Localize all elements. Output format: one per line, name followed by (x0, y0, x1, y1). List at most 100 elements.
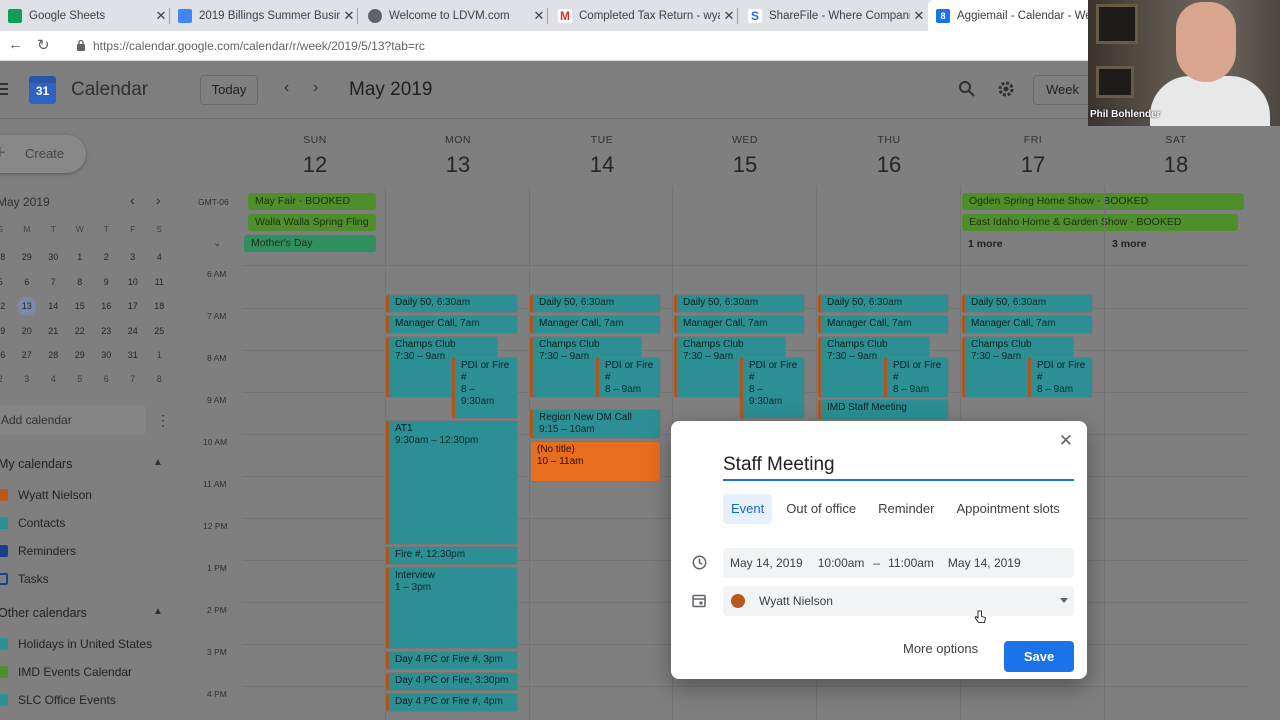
mini-day[interactable]: 16 (93, 294, 120, 318)
mini-day[interactable]: 5 (0, 270, 14, 294)
event-chip[interactable]: Day 4 PC or Fire, 3:30pm (386, 672, 518, 691)
event-chip[interactable]: Region New DM Call 9:15 – 10am (530, 409, 661, 439)
allday-event[interactable]: May Fair - BOOKED (248, 193, 376, 210)
reload-icon[interactable]: ↻ (37, 36, 50, 54)
tab-appointment-slots[interactable]: Appointment slots (948, 494, 1067, 524)
mini-day[interactable]: 17 (120, 294, 147, 318)
close-tab-icon[interactable]: ✕ (910, 8, 928, 24)
mini-day[interactable]: 18 (146, 294, 173, 318)
my-calendars-heading[interactable]: My calendars (0, 457, 72, 471)
mini-day[interactable]: 10 (120, 270, 147, 294)
more-events-link[interactable]: 3 more (1112, 238, 1146, 250)
event-chip[interactable]: Daily 50, 6:30am (530, 294, 661, 313)
checkbox-icon[interactable] (0, 573, 8, 585)
more-options-button[interactable]: More options (903, 641, 978, 656)
event-chip[interactable]: Manager Call, 7am (962, 315, 1093, 334)
mini-day-today[interactable]: 13 (14, 294, 41, 318)
add-calendar-field[interactable]: Add calendar (0, 405, 146, 435)
checkbox-icon[interactable] (0, 489, 8, 501)
allday-event[interactable]: East Idaho Home & Garden Show - BOOKED (962, 214, 1238, 231)
mini-day[interactable]: 23 (93, 319, 120, 343)
collapse-icon[interactable]: ▲ (153, 606, 163, 617)
mini-day[interactable]: 28 (0, 245, 14, 269)
event-chip[interactable]: Manager Call, 7am (386, 315, 518, 334)
collapse-icon[interactable]: ▲ (153, 457, 163, 468)
mini-day[interactable]: 26 (0, 343, 14, 367)
close-tab-icon[interactable]: ✕ (152, 8, 170, 24)
event-chip[interactable]: PDI or Fire #8 – 9am (1028, 357, 1093, 398)
checkbox-icon[interactable] (0, 545, 8, 557)
mini-day[interactable]: 25 (146, 319, 173, 343)
mini-day[interactable]: 19 (0, 319, 14, 343)
event-chip[interactable]: Daily 50, 6:30am (962, 294, 1093, 313)
mini-day[interactable]: 6 (93, 367, 120, 391)
mini-day[interactable]: 7 (120, 367, 147, 391)
main-menu-icon[interactable] (0, 83, 8, 98)
start-time[interactable]: 10:00am (818, 556, 865, 570)
day-header-thu[interactable]: THU 16 (844, 134, 934, 178)
settings-gear-icon[interactable] (997, 80, 1015, 98)
calendar-item-holidays[interactable]: Holidays in United States (0, 637, 152, 651)
mini-day[interactable]: 28 (40, 343, 67, 367)
event-chip-new[interactable]: (No title) 10 – 11am (530, 441, 661, 482)
event-chip[interactable]: Day 4 PC or Fire #, 3pm (386, 651, 518, 670)
event-chip[interactable]: Day 4 PC or Fire #, 4pm (386, 693, 518, 712)
checkbox-icon[interactable] (0, 694, 8, 706)
mini-day[interactable]: 4 (146, 245, 173, 269)
event-chip[interactable]: Manager Call, 7am (530, 315, 661, 334)
browser-tab-gmail[interactable]: M Completed Tax Return - wyat ✕ (550, 0, 738, 31)
calendar-item-imd-events[interactable]: IMD Events Calendar (0, 665, 132, 679)
event-chip[interactable]: Daily 50, 6:30am (674, 294, 805, 313)
mini-day[interactable]: 6 (14, 270, 41, 294)
checkbox-icon[interactable] (0, 666, 8, 678)
mini-next-month-icon[interactable]: › (156, 192, 161, 208)
mini-day[interactable]: 3 (14, 367, 41, 391)
calendar-item-tasks[interactable]: Tasks (0, 572, 49, 586)
calendar-select[interactable]: Wyatt Nielson (723, 586, 1074, 616)
event-chip[interactable]: PDI or Fire #8 – 9:30am (740, 357, 805, 419)
event-chip[interactable]: Manager Call, 7am (674, 315, 805, 334)
event-chip[interactable]: PDI or Fire #8 – 9am (884, 357, 949, 398)
event-title-input[interactable] (723, 451, 1074, 481)
event-chip[interactable]: Daily 50, 6:30am (818, 294, 949, 313)
mini-day[interactable]: 7 (40, 270, 67, 294)
mini-day[interactable]: 1 (67, 245, 94, 269)
other-calendars-heading[interactable]: Other calendars (0, 606, 87, 620)
view-selector-button[interactable]: Week (1033, 75, 1093, 105)
mini-day[interactable]: 8 (146, 367, 173, 391)
today-button[interactable]: Today (200, 75, 258, 105)
browser-tab-ldvm[interactable]: Welcome to LDVM.com ✕ (360, 0, 548, 31)
mini-day[interactable]: 22 (67, 319, 94, 343)
start-date[interactable]: May 14, 2019 (730, 556, 803, 570)
mini-day[interactable]: 30 (40, 245, 67, 269)
browser-tab-google-sheets[interactable]: Google Sheets ✕ (0, 0, 170, 31)
close-tab-icon[interactable]: ✕ (340, 8, 358, 24)
calendar-item-reminders[interactable]: Reminders (0, 544, 76, 558)
search-icon[interactable] (958, 80, 975, 97)
event-chip[interactable]: PDI or Fire #8 – 9:30am (452, 357, 518, 419)
mini-day[interactable]: 29 (14, 245, 41, 269)
day-header-wed[interactable]: WED 15 (700, 134, 790, 178)
event-chip[interactable]: Daily 50, 6:30am (386, 294, 518, 313)
allday-event[interactable]: Walla Walla Spring Fling (248, 214, 376, 231)
calendar-item-contacts[interactable]: Contacts (0, 516, 65, 530)
mini-day[interactable]: 24 (120, 319, 147, 343)
day-header-sun[interactable]: SUN 12 (270, 134, 360, 178)
browser-tab-billings[interactable]: 2019 Billings Summer Busine ✕ (170, 0, 358, 31)
more-vert-icon[interactable]: ⋮ (156, 412, 170, 429)
checkbox-icon[interactable] (0, 638, 8, 650)
mini-day[interactable]: 29 (67, 343, 94, 367)
allday-event[interactable]: Ogden Spring Home Show - BOOKED (962, 193, 1244, 210)
mini-day[interactable]: 2 (0, 367, 14, 391)
back-icon[interactable]: ← (8, 36, 23, 53)
mini-day[interactable]: 8 (67, 270, 94, 294)
day-header-sat[interactable]: SAT 18 (1131, 134, 1221, 178)
mini-day[interactable]: 4 (40, 367, 67, 391)
calendar-item-wyatt[interactable]: Wyatt Nielson (0, 488, 92, 502)
end-time[interactable]: 11:00am (888, 556, 934, 570)
tab-event[interactable]: Event (723, 494, 773, 524)
mini-day[interactable]: 30 (93, 343, 120, 367)
mini-day[interactable]: 15 (67, 294, 94, 318)
day-header-tue[interactable]: TUE 14 (557, 134, 647, 178)
event-chip[interactable]: Interview 1 – 3pm (386, 567, 518, 649)
